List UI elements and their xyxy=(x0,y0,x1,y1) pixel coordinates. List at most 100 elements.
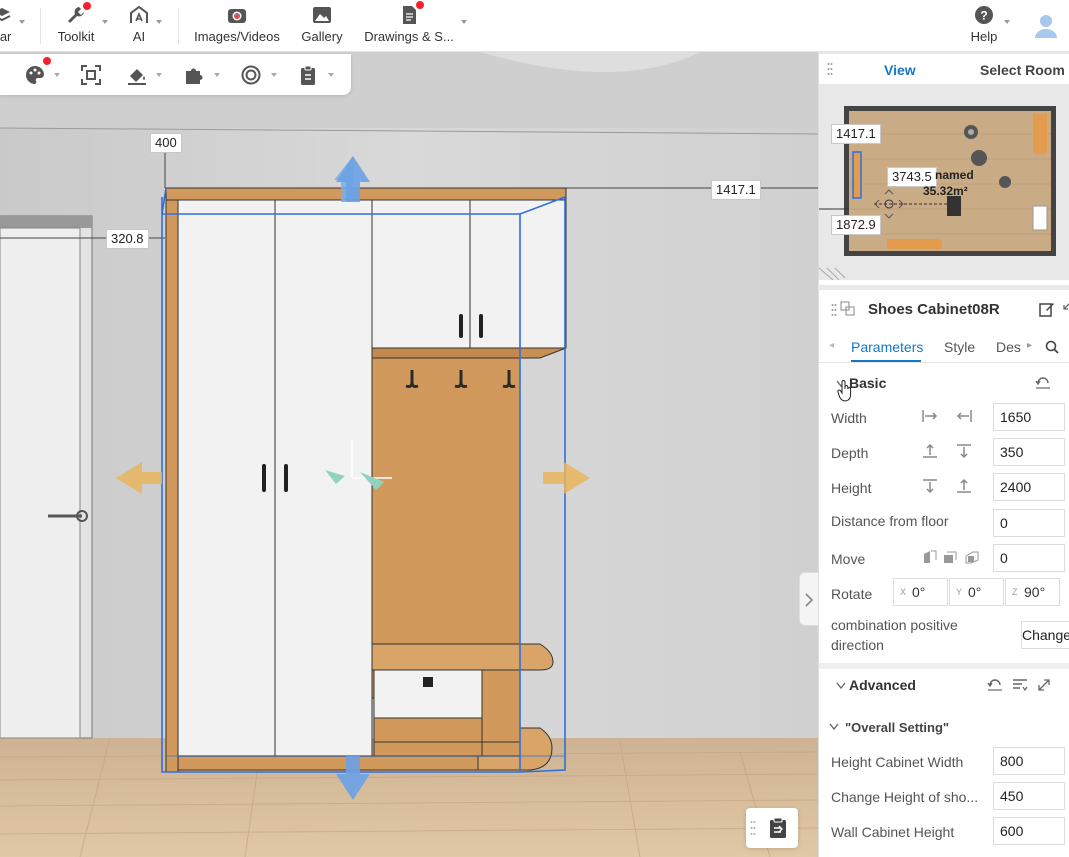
toolbar-label: Toolkit xyxy=(57,29,95,44)
toolbar-images-videos[interactable]: Images/Videos xyxy=(192,4,282,48)
tab-parameters[interactable]: Parameters xyxy=(851,339,923,355)
chevron-down-icon[interactable] xyxy=(328,73,334,77)
distance-floor-label: Distance from floor xyxy=(831,513,949,529)
dimension-label[interactable]: 320.8 xyxy=(106,229,149,249)
target-icon[interactable] xyxy=(240,64,262,86)
chevron-right-icon xyxy=(805,593,814,607)
reset-icon[interactable] xyxy=(987,678,1003,692)
puzzle-icon[interactable] xyxy=(183,64,205,86)
clipboard-icon[interactable] xyxy=(297,64,319,86)
rotate-y-field[interactable]: Y 0° xyxy=(949,578,1004,606)
paint-fill-icon[interactable] xyxy=(126,64,148,86)
panel-collapse-tab[interactable] xyxy=(799,572,818,626)
palette-icon[interactable] xyxy=(24,64,46,86)
floor-plan-minimap[interactable]: 1417.1 3743.5 1872.9 named 35.32m² xyxy=(819,84,1069,280)
toolbar-divider xyxy=(40,8,41,44)
depth-back-icon[interactable] xyxy=(955,442,973,460)
chevron-down-icon[interactable] xyxy=(461,20,467,24)
tab-style[interactable]: Style xyxy=(944,339,975,355)
shoes-cabinet[interactable] xyxy=(165,187,567,773)
drag-handle-icon[interactable] xyxy=(831,303,837,317)
toolbar-layers[interactable]: ear xyxy=(0,4,14,48)
width-label: Width xyxy=(831,410,867,426)
floating-clipboard-button[interactable] xyxy=(746,808,798,848)
rotate-x-value: 0° xyxy=(912,584,926,600)
minimap-dimension-label: 1872.9 xyxy=(831,215,881,235)
align-left-icon[interactable] xyxy=(921,407,939,425)
height-top-icon[interactable] xyxy=(921,477,939,495)
distance-floor-field[interactable]: 0 xyxy=(993,509,1065,537)
wall-cabinet-height-field[interactable]: 600 xyxy=(993,817,1065,845)
toolbar-label: AI xyxy=(132,29,146,44)
height-bottom-icon[interactable] xyxy=(955,477,973,495)
move-z-icon[interactable] xyxy=(963,548,981,566)
secondary-toolbar xyxy=(0,54,351,95)
section-title-basic[interactable]: Basic xyxy=(849,375,886,391)
rotate-x-field[interactable]: X 0° xyxy=(893,578,948,606)
expand-icon[interactable] xyxy=(1037,678,1051,692)
chevron-down-icon[interactable] xyxy=(1004,20,1010,24)
toolbar-ai[interactable]: AI xyxy=(126,4,152,48)
tab-select-room[interactable]: Select Room xyxy=(980,62,1065,78)
list-settings-icon[interactable] xyxy=(1012,678,1028,692)
height-cabinet-width-field[interactable]: 800 xyxy=(993,747,1065,775)
toolbar-drawings[interactable]: Drawings & S... xyxy=(362,4,456,48)
combination-row: combination positive direction Change xyxy=(819,616,1069,656)
chevron-down-icon[interactable] xyxy=(156,73,162,77)
move-x-icon[interactable] xyxy=(921,548,939,566)
chevron-down-icon[interactable] xyxy=(829,723,839,731)
design-canvas[interactable] xyxy=(0,52,818,857)
chevron-down-icon[interactable] xyxy=(102,20,108,24)
height-field[interactable]: 2400 xyxy=(993,473,1065,501)
change-height-row: Change Height of sho... 450 xyxy=(819,781,1069,811)
width-row: Width 1650 xyxy=(819,402,1069,432)
toolbar-help[interactable]: ? Help xyxy=(969,4,999,48)
width-field[interactable]: 1650 xyxy=(993,403,1065,431)
chevron-down-icon[interactable] xyxy=(214,73,220,77)
change-button[interactable]: Change xyxy=(1021,621,1069,649)
object-title: Shoes Cabinet08R xyxy=(868,301,1000,318)
toolbar-gallery[interactable]: Gallery xyxy=(300,4,344,48)
wall-cabinet-height-row: Wall Cabinet Height 600 xyxy=(819,816,1069,846)
toolbar-toolkit[interactable]: Toolkit xyxy=(52,4,100,48)
move-y-icon[interactable] xyxy=(941,548,959,566)
property-header: Shoes Cabinet08R xyxy=(819,290,1069,328)
depth-field[interactable]: 350 xyxy=(993,438,1065,466)
overall-setting-title[interactable]: "Overall Setting" xyxy=(845,720,949,735)
depth-front-icon[interactable] xyxy=(921,442,939,460)
search-icon[interactable] xyxy=(1045,340,1059,354)
tab-next-icon[interactable]: ▸ xyxy=(1027,340,1032,351)
rotate-z-field[interactable]: Z 90° xyxy=(1005,578,1060,606)
move-label: Move xyxy=(831,551,866,567)
chevron-down-icon[interactable] xyxy=(19,20,25,24)
avatar[interactable] xyxy=(1030,10,1062,42)
align-right-icon[interactable] xyxy=(955,407,973,425)
property-tabs: ◂ Parameters Style Des ▸ xyxy=(819,328,1069,363)
section-title-advanced[interactable]: Advanced xyxy=(849,677,916,693)
ai-house-icon xyxy=(130,5,148,23)
image-icon xyxy=(313,7,331,23)
chevron-down-icon[interactable] xyxy=(836,682,846,690)
reset-icon[interactable] xyxy=(1035,376,1051,390)
tab-view[interactable]: View xyxy=(884,62,916,78)
dimension-label[interactable]: 1417.1 xyxy=(711,180,761,200)
chevron-down-icon[interactable] xyxy=(54,73,60,77)
dimension-label[interactable]: 400 xyxy=(150,133,182,153)
change-height-field[interactable]: 450 xyxy=(993,782,1065,810)
tab-prev-icon[interactable]: ◂ xyxy=(829,340,834,351)
select-frame-icon[interactable] xyxy=(80,64,102,86)
tab-description[interactable]: Des xyxy=(996,339,1021,355)
axis-label: Y xyxy=(956,587,963,597)
change-height-label: Change Height of sho... xyxy=(831,789,979,805)
rotate-y-value: 0° xyxy=(968,584,982,600)
collapse-icon[interactable] xyxy=(1061,302,1069,314)
chevron-down-icon[interactable] xyxy=(271,73,277,77)
chevron-down-icon[interactable] xyxy=(156,20,162,24)
height-cabinet-width-row: Height Cabinet Width 800 xyxy=(819,746,1069,776)
height-row: Height 2400 xyxy=(819,472,1069,502)
toolbar-label: ear xyxy=(0,29,12,44)
move-field[interactable]: 0 xyxy=(993,544,1065,572)
notification-dot xyxy=(43,57,51,65)
drag-handle-icon[interactable] xyxy=(827,62,833,76)
edit-icon[interactable] xyxy=(1039,301,1055,317)
